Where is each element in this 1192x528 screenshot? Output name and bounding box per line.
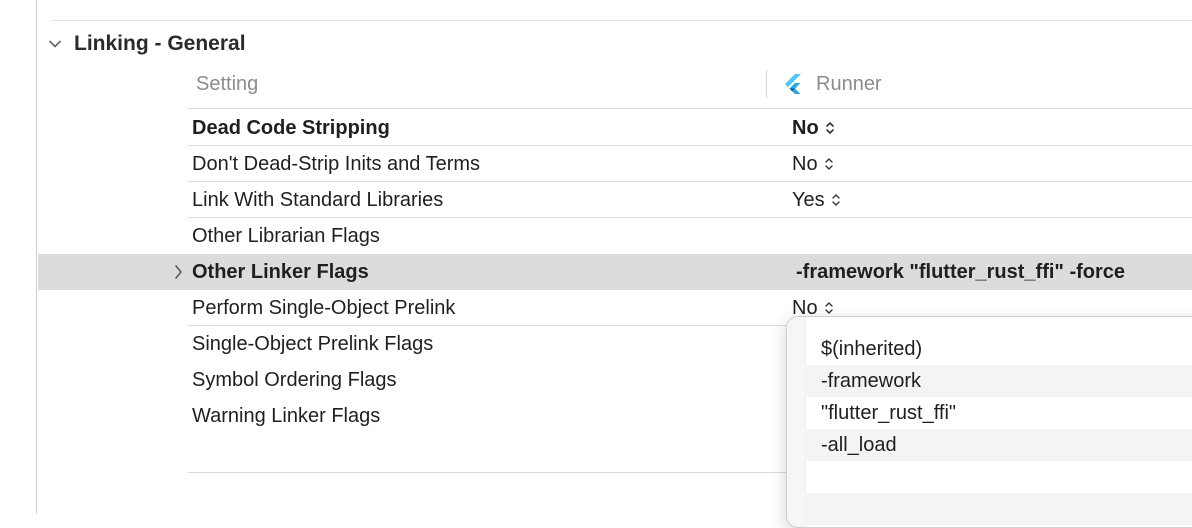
chevron-down-icon[interactable] [44,33,66,55]
flag-item[interactable]: "flutter_rust_ffi" [805,397,1192,429]
column-header-setting[interactable]: Setting [196,66,258,102]
section-title: Linking - General [74,32,246,55]
section-header-linking-general[interactable]: Linking - General [44,30,246,58]
setting-name: Dead Code Stripping [192,117,390,139]
chevron-right-icon[interactable] [170,254,186,290]
section-separator [52,20,1192,21]
setting-row-link-with-standard-libraries[interactable]: Link With Standard Libraries Yes [0,182,1192,218]
up-down-chevron-icon [831,192,841,208]
column-divider [766,70,767,98]
setting-row-other-librarian-flags[interactable]: Other Librarian Flags [0,218,1192,254]
up-down-chevron-icon [825,120,835,136]
setting-row-dead-code-stripping[interactable]: Dead Code Stripping No [0,110,1192,146]
setting-row-dont-dead-strip-inits[interactable]: Don't Dead-Strip Inits and Terms No [0,146,1192,182]
up-down-chevron-icon [824,300,834,316]
flag-item-empty[interactable] [805,461,1192,493]
setting-value[interactable]: -framework "flutter_rust_ffi" -force [796,254,1125,290]
setting-name: Single-Object Prelink Flags [192,333,434,355]
flutter-icon [782,73,804,95]
setting-name: Don't Dead-Strip Inits and Terms [192,153,481,175]
divider [188,108,1192,109]
linker-flags-popover[interactable]: $(inherited) -framework "flutter_rust_ff… [786,316,1192,528]
setting-name: Link With Standard Libraries [192,189,444,211]
flag-item[interactable]: $(inherited) [805,333,1192,365]
setting-name: Warning Linker Flags [192,405,381,427]
setting-value: No [792,117,819,139]
editor-left-border [36,0,37,514]
column-header-runner[interactable]: Runner [782,66,882,102]
setting-name: Other Linker Flags [192,261,369,283]
popover-gutter [787,317,806,527]
flag-item[interactable]: -all_load [805,429,1192,461]
setting-value-popup[interactable]: Yes [792,182,841,218]
setting-name: Perform Single-Object Prelink [192,297,456,319]
setting-value: No [792,153,818,175]
flag-item[interactable]: -framework [805,365,1192,397]
setting-row-other-linker-flags[interactable]: Other Linker Flags -framework "flutter_r… [38,254,1192,290]
setting-value-popup[interactable]: No [792,110,835,146]
setting-name: Other Librarian Flags [192,225,380,247]
setting-name: Symbol Ordering Flags [192,369,397,391]
flag-item-empty[interactable] [805,493,1192,525]
up-down-chevron-icon [824,156,834,172]
column-header-runner-label: Runner [816,72,882,95]
setting-value: Yes [792,189,825,211]
setting-value-popup[interactable]: No [792,146,834,182]
